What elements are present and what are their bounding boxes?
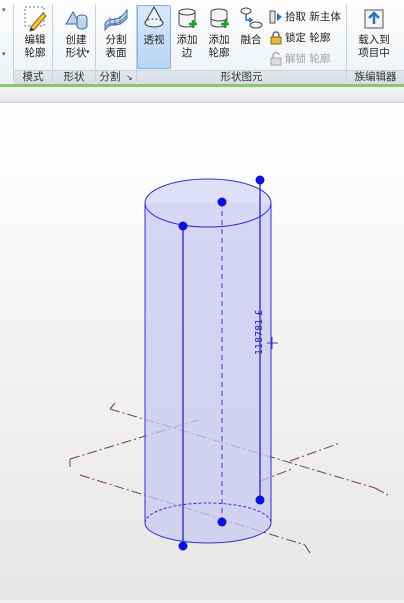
add-edge-button[interactable]: 添加 边: [171, 2, 203, 60]
create-form-label-2: 形状: [65, 47, 87, 59]
xray-icon: [144, 5, 164, 28]
group-form-label: 形状: [53, 70, 95, 84]
ribbon: ▾ ▾ 编辑 轮廓 模式 创建 形状 ▾ 形状 分割 表面 分割 ↘ 透视 添加…: [0, 0, 404, 85]
cylinder-body[interactable]: [145, 203, 271, 543]
blend-button[interactable]: 融合: [235, 2, 267, 47]
dimension-label: 118781 £: [254, 310, 265, 355]
pick-new-host-label: 拾取 新主体: [285, 11, 341, 23]
divide-surface-label-2: 表面: [105, 47, 127, 59]
unlock-profile-button[interactable]: 解锁 轮廓: [269, 50, 330, 68]
lock-icon: [270, 31, 282, 45]
add-edge-label-2: 边: [181, 47, 193, 59]
vertex-top-back[interactable]: [217, 197, 227, 207]
load-into-project-label-2: 项目中: [358, 47, 390, 59]
reference-plane-line: [304, 544, 311, 554]
pick-host-icon: [269, 10, 282, 24]
blend-label: 融合: [240, 34, 262, 46]
edit-profile-icon: [24, 6, 47, 32]
vertex-bottom-right[interactable]: [255, 495, 265, 505]
add-profile-icon: [210, 8, 229, 28]
load-into-project-button[interactable]: 载入到 项目中: [350, 2, 398, 60]
reference-plane-line: [109, 402, 116, 410]
add-edge-label-1: 添加: [176, 34, 198, 46]
create-form-button[interactable]: 创建 形状: [56, 2, 96, 60]
divide-surface-button[interactable]: 分割 表面: [98, 2, 134, 60]
xray-label: 透视: [143, 34, 165, 46]
group-family-editor-label: 族编辑器: [347, 70, 404, 84]
xray-button[interactable]: 透视: [137, 2, 171, 47]
reference-plane-line: [289, 442, 341, 462]
cylinder-top-face[interactable]: [144, 178, 272, 228]
unlock-profile-label: 解锁 轮廓: [285, 53, 331, 65]
add-profile-label-1: 添加: [208, 34, 230, 46]
vertex-top-right[interactable]: [255, 175, 265, 185]
add-profile-label-2: 轮廓: [208, 47, 230, 59]
add-profile-button[interactable]: 添加 轮廓: [203, 2, 235, 60]
group-divide-label: 分割 ↘: [96, 70, 136, 84]
lock-profile-button[interactable]: 锁定 轮廓: [269, 29, 330, 47]
edit-profile-label-2: 轮廓: [24, 47, 46, 59]
group-mode-label: 模式: [14, 70, 52, 84]
create-form-label-1: 创建: [65, 34, 87, 46]
blend-icon: [240, 7, 263, 29]
create-form-dropdown-icon[interactable]: ▾: [86, 48, 90, 56]
lock-profile-label: 锁定 轮廓: [285, 32, 331, 44]
add-edge-icon: [178, 8, 197, 28]
vertex-bottom-front[interactable]: [178, 541, 188, 551]
vertex-top-front[interactable]: [178, 221, 188, 231]
unlock-icon: [270, 52, 282, 66]
load-into-project-label-1: 载入到: [358, 34, 390, 46]
reference-plane-line: [374, 487, 389, 496]
drawing-viewport[interactable]: 118781 £: [0, 103, 404, 600]
options-bar-accent: [0, 84, 404, 87]
dialog-launcher-icon[interactable]: ↘: [126, 73, 133, 82]
load-into-project-icon: [364, 9, 384, 29]
pick-new-host-button[interactable]: 拾取 新主体: [269, 8, 341, 26]
create-form-icon: [65, 11, 88, 30]
vertex-bottom-back[interactable]: [217, 517, 227, 527]
group-divide-text: 分割: [99, 71, 121, 83]
options-bar: [0, 84, 404, 103]
edit-profile-button[interactable]: 编辑 轮廓: [18, 2, 52, 60]
divide-surface-icon: [104, 8, 128, 32]
divide-surface-label-1: 分割: [105, 34, 127, 46]
viewport-canvas: 118781 £: [69, 175, 389, 554]
ribbon-scroll-down-icon[interactable]: ▾: [2, 50, 6, 58]
ribbon-scroll-up-icon[interactable]: ▾: [2, 6, 6, 14]
group-form-element-label: 形状图元: [137, 70, 346, 84]
edit-profile-label-1: 编辑: [24, 34, 46, 46]
